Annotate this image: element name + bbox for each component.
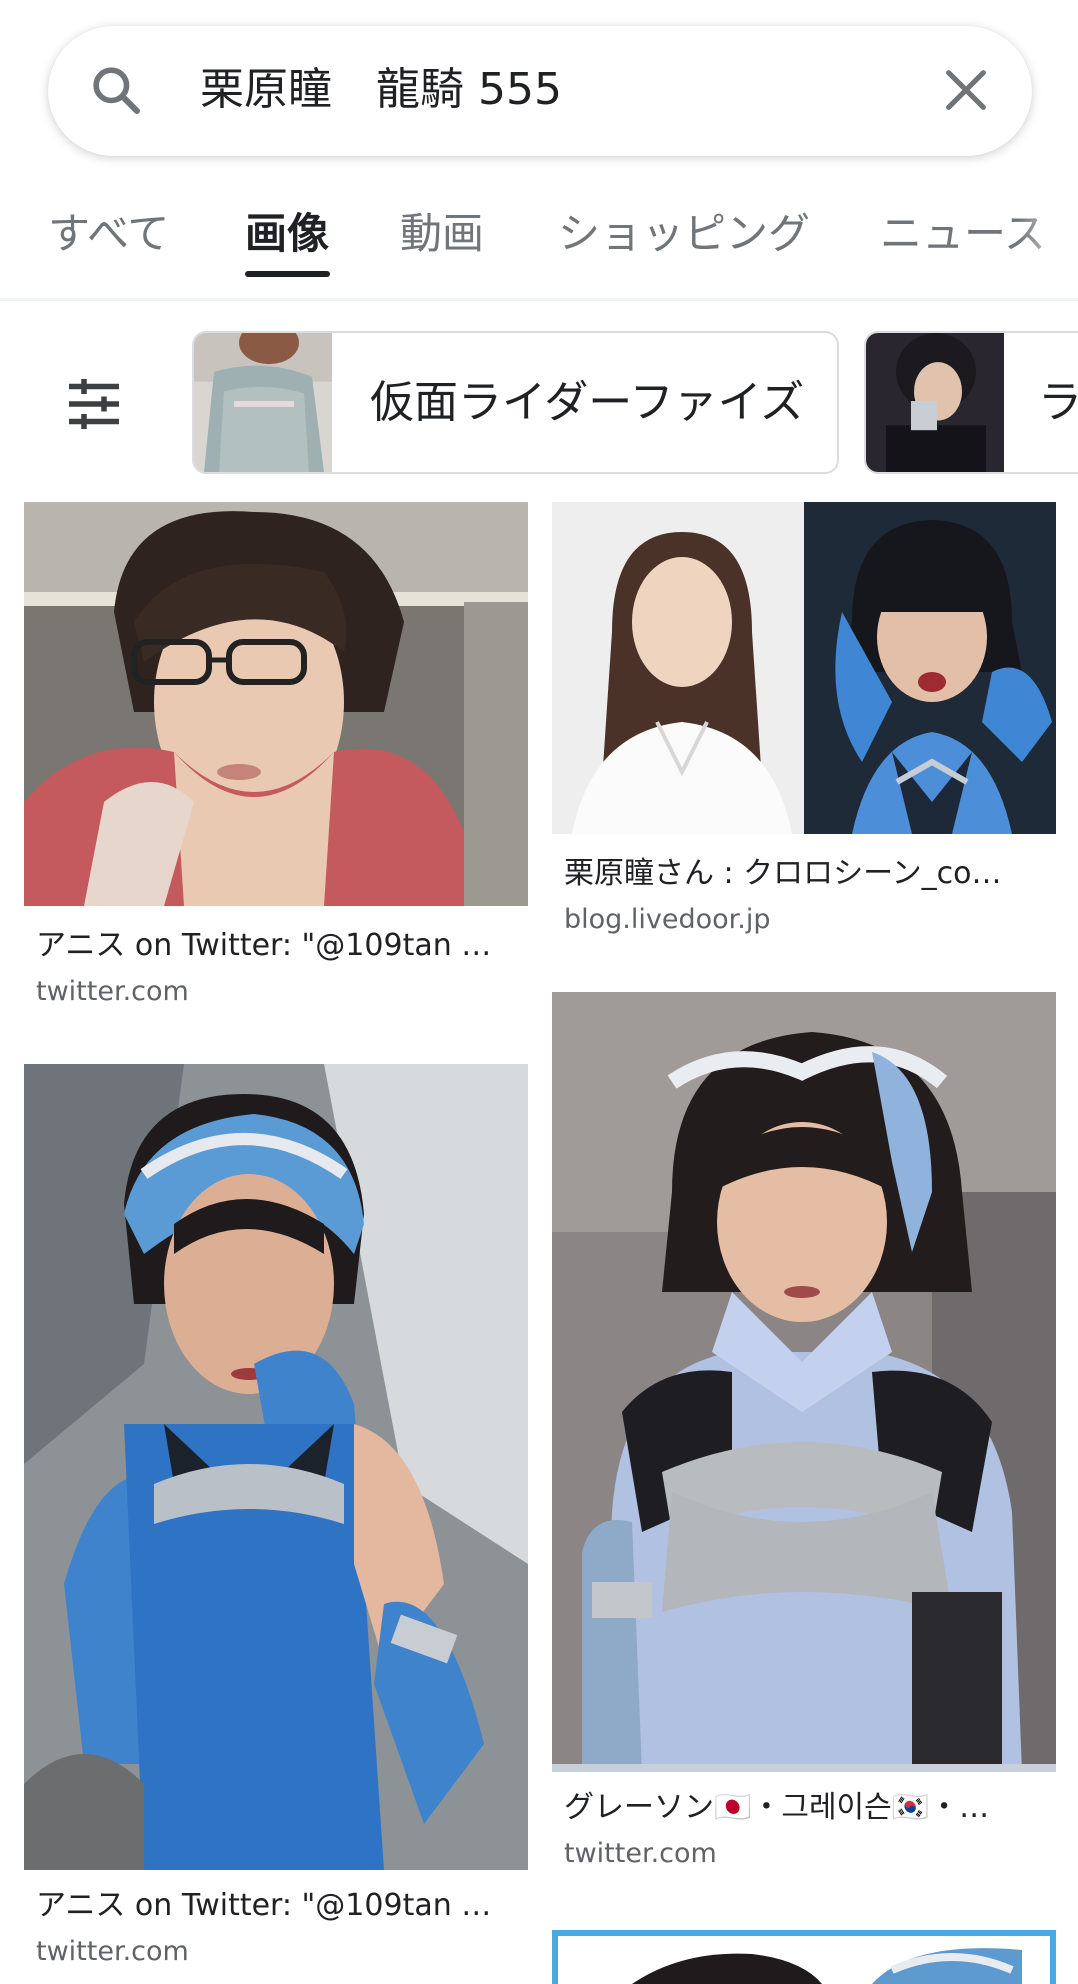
divider [0,298,1078,301]
result-card[interactable]: アニス on Twitter: "@109tan … twitter.com [24,502,528,1022]
chip-kamen-rider-faiz[interactable]: 仮面ライダーファイズ [192,331,839,474]
tabs-fade [1018,190,1078,290]
result-image[interactable] [552,992,1056,1772]
tab-images[interactable]: 画像 [245,204,329,264]
result-card[interactable]: グレーソン🇯🇵・그레이슨🇰🇷・… twitter.com [552,992,1056,1882]
chip-thumbnail [194,333,332,472]
tab-shopping[interactable]: ショッピング [558,204,810,264]
result-title[interactable]: グレーソン🇯🇵・그레이슨🇰🇷・… [564,1788,1044,1828]
result-source: blog.livedoor.jp [564,904,771,935]
search-tabs: すべて 画像 動画 ショッピング ニュース [0,190,1078,300]
result-image[interactable] [552,1930,1056,1984]
tab-all[interactable]: すべて [48,204,169,264]
result-title[interactable]: アニス on Twitter: "@109tan … [36,1886,516,1926]
result-title[interactable]: 栗原瞳さん : クロロシーン_co… [564,854,1044,894]
search-input[interactable]: 栗原瞳 龍騎 555 [200,62,562,118]
search-bar[interactable]: 栗原瞳 龍騎 555 [48,26,1032,156]
active-tab-indicator [245,271,330,277]
result-card[interactable]: アニス on Twitter: "@109tan … twitter.com [24,1064,528,1984]
result-image[interactable] [24,502,528,906]
chip-label: ラ [1038,377,1078,428]
chip-thumbnail [866,333,1004,472]
filter-icon[interactable] [64,374,124,434]
search-icon[interactable] [88,62,144,118]
tab-videos[interactable]: 動画 [400,204,484,264]
result-card[interactable]: 栗原瞳さん : クロロシーン_co… blog.livedoor.jp [552,502,1056,942]
result-source: twitter.com [36,976,189,1007]
result-source: twitter.com [36,1936,189,1967]
close-icon[interactable] [940,64,992,116]
result-title[interactable]: アニス on Twitter: "@109tan … [36,926,516,966]
chip-second[interactable]: ラ [864,331,1078,474]
chip-label: 仮面ライダーファイズ [370,377,805,428]
result-image[interactable] [552,502,1056,834]
result-card[interactable] [552,1930,1056,1984]
result-source: twitter.com [564,1838,717,1869]
result-image[interactable] [24,1064,528,1870]
